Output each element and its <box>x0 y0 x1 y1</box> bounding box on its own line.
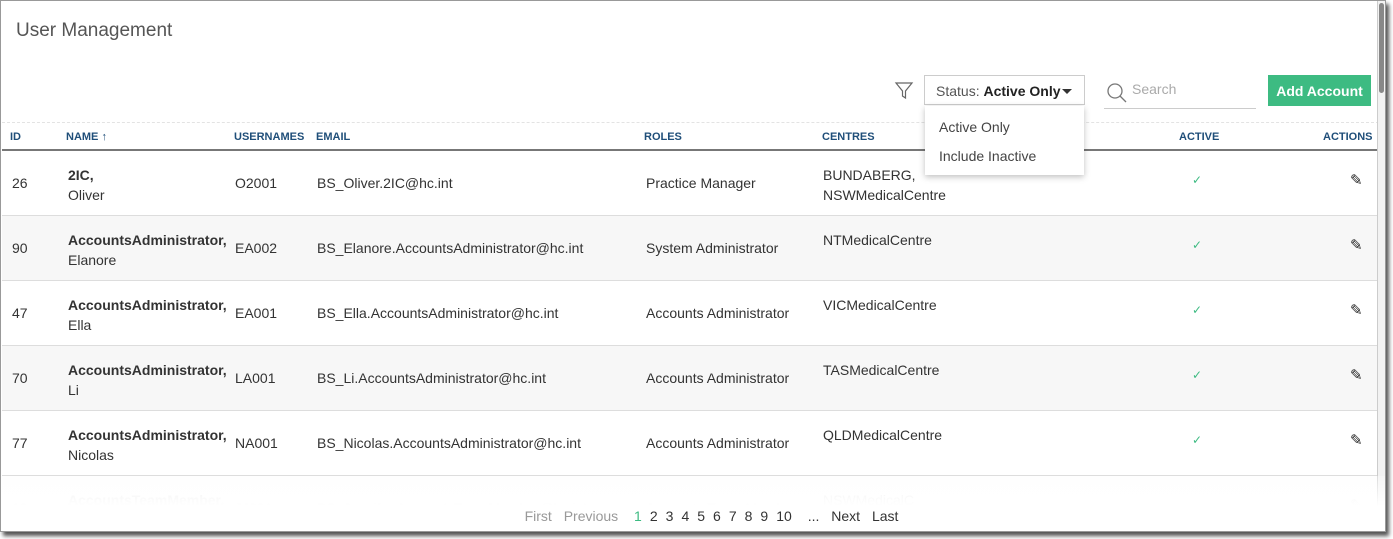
pager-page[interactable]: 3 <box>666 508 674 524</box>
pager-page[interactable]: 8 <box>745 508 753 524</box>
pager-page[interactable]: 9 <box>760 508 768 524</box>
search-input[interactable] <box>1132 81 1252 97</box>
pager-page[interactable]: 4 <box>681 508 689 524</box>
col-centres[interactable]: CENTRES <box>822 131 875 143</box>
active-check-icon: ✓ <box>1192 368 1203 382</box>
table-row: 26 2IC, Oliver O2001 BS_Oliver.2IC@hc.int… <box>2 151 1379 216</box>
table-row: 47 AccountsAdministrator, Ella EA001 BS_E… <box>2 281 1379 346</box>
pager-ellipsis: ... <box>807 508 820 524</box>
menu-item-active-only[interactable]: Active Only <box>925 112 1084 141</box>
cell-centres: QLDMedicalCentre <box>823 427 943 443</box>
table-row: 70 AccountsAdministrator, Li LA001 BS_Li.… <box>2 346 1379 411</box>
scrollbar[interactable] <box>1377 1 1385 531</box>
cell-role: Practice Manager <box>646 175 756 191</box>
add-account-button[interactable]: Add Account <box>1268 75 1371 106</box>
cell-role: Accounts Administrator <box>646 305 790 321</box>
cell-role: System Administrator <box>646 240 779 256</box>
cell-id: 47 <box>12 305 28 321</box>
user-management-panel: User Management Status: Active Only Acti… <box>0 0 1386 532</box>
active-check-icon: ✓ <box>1192 238 1203 252</box>
active-check-icon: ✓ <box>1192 173 1203 187</box>
status-menu: Active Only Include Inactive <box>925 106 1084 175</box>
col-id[interactable]: ID <box>10 131 21 143</box>
page-title: User Management <box>16 20 173 41</box>
cell-username: EA001 <box>235 305 278 321</box>
col-name[interactable]: NAME ↑ <box>66 131 107 143</box>
edit-pencil-icon[interactable]: ✎ <box>1350 301 1363 319</box>
cell-id: 77 <box>12 435 28 451</box>
cell-username: NA001 <box>235 435 278 451</box>
scrollbar-thumb[interactable] <box>1379 3 1384 93</box>
active-check-icon: ✓ <box>1192 303 1203 317</box>
cell-role: Accounts Administrator <box>646 370 790 386</box>
pager-last[interactable]: Last <box>872 508 898 524</box>
cell-email: BS_Nicolas.AccountsAdministrator@hc.int <box>317 435 581 451</box>
col-email[interactable]: EMAIL <box>316 131 350 143</box>
edit-pencil-icon[interactable]: ✎ <box>1350 171 1363 189</box>
table-header: ID NAME ↑ USERNAMES EMAIL ROLES CENTRES … <box>2 122 1379 151</box>
sort-asc-icon: ↑ <box>101 131 107 143</box>
col-roles[interactable]: ROLES <box>644 131 682 143</box>
cell-username: O2001 <box>235 175 278 191</box>
active-check-icon: ✓ <box>1192 433 1203 447</box>
filter-icon[interactable] <box>894 81 914 101</box>
search-icon <box>1107 83 1127 103</box>
status-dropdown[interactable]: Status: Active Only <box>924 75 1085 105</box>
table-row: 77 AccountsAdministrator, Nicolas NA001 B… <box>2 411 1379 476</box>
cell-name: AccountsAdministrator, Ella <box>68 297 227 333</box>
cell-name: AccountsAdministrator, Elanore <box>68 232 227 268</box>
pager-page[interactable]: 7 <box>729 508 737 524</box>
cell-name: AccountsAdministrator, Nicolas <box>68 427 227 463</box>
edit-pencil-icon[interactable]: ✎ <box>1350 431 1363 449</box>
cell-email: BS_Ella.AccountsAdministrator@hc.int <box>317 305 559 321</box>
cell-username: LA001 <box>235 370 276 386</box>
pager-page[interactable]: 10 <box>776 508 792 524</box>
caret-down-icon <box>1062 89 1072 94</box>
cell-centres: NTMedicalCentre <box>823 232 932 248</box>
cell-email: BS_Elanore.AccountsAdministrator@hc.int <box>317 240 584 256</box>
cell-id: 90 <box>12 240 28 256</box>
cell-email: BS_Oliver.2IC@hc.int <box>317 175 453 191</box>
pager-page[interactable]: 6 <box>713 508 721 524</box>
pager-previous[interactable]: Previous <box>564 508 618 524</box>
col-usernames[interactable]: USERNAMES <box>234 131 304 143</box>
cell-email: BS_Li.AccountsAdministrator@hc.int <box>317 370 546 386</box>
menu-item-include-inactive[interactable]: Include Inactive <box>925 141 1084 170</box>
table-row: 90 AccountsAdministrator, Elanore EA002 B… <box>2 216 1379 281</box>
pagination: First Previous 1 2 3 4 5 6 7 8 9 10 ... Next Last <box>1 508 1385 524</box>
cell-role: Accounts Administrator <box>646 435 790 451</box>
pager-page[interactable]: 5 <box>697 508 705 524</box>
cell-id: 26 <box>12 175 28 191</box>
cell-username: EA002 <box>235 240 278 256</box>
edit-pencil-icon[interactable]: ✎ <box>1350 366 1363 384</box>
search-box <box>1104 77 1256 109</box>
cell-name: 2IC, Oliver <box>68 167 105 203</box>
pager-next[interactable]: Next <box>831 508 860 524</box>
col-actions: ACTIONS <box>1323 131 1373 143</box>
col-active[interactable]: ACTIVE <box>1179 131 1219 143</box>
cell-id: 70 <box>12 370 28 386</box>
cell-centres: VICMedicalCentre <box>823 297 937 313</box>
pager-page[interactable]: 1 <box>634 508 642 524</box>
pager-page[interactable]: 2 <box>650 508 658 524</box>
cell-name: AccountsAdministrator, Li <box>68 362 227 398</box>
pager-first[interactable]: First <box>525 508 552 524</box>
edit-pencil-icon[interactable]: ✎ <box>1350 236 1363 254</box>
cell-centres: TASMedicalCentre <box>823 362 940 378</box>
